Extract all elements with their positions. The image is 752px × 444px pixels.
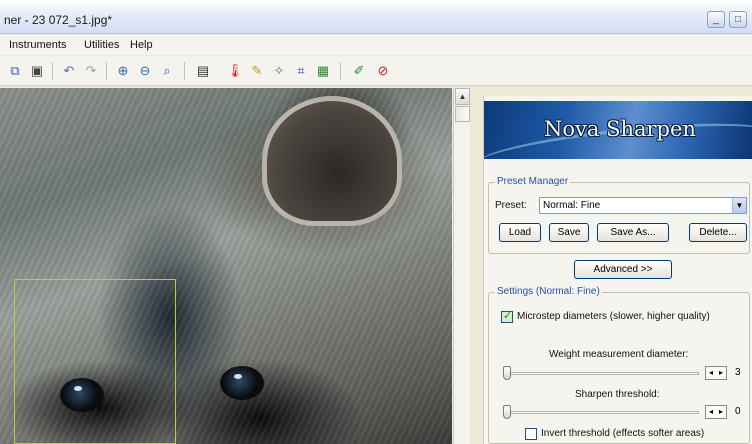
brush-icon[interactable]: ✎ (248, 62, 266, 80)
image-canvas[interactable] (0, 88, 452, 444)
microstep-checkbox[interactable] (501, 309, 513, 323)
scroll-up-button[interactable]: ▲ (455, 88, 470, 105)
chevron-down-icon[interactable]: ▼ (732, 198, 746, 213)
app-window: ner - 23 072_s1.jpg* _ □ Instruments Uti… (0, 0, 752, 444)
weight-diameter-slider-thumb[interactable] (503, 366, 511, 380)
sharpen-threshold-label: Sharpen threshold: (575, 389, 660, 400)
vertical-scrollbar[interactable]: ▲ (453, 88, 470, 444)
weight-diameter-value: 3 (735, 367, 741, 378)
preset-manager-label: Preset Manager (495, 176, 571, 187)
settings-label: Settings (Normal: Fine) (495, 286, 602, 297)
zoom-in-icon[interactable]: ⊕ (114, 62, 132, 80)
raccoon-ear (262, 96, 402, 226)
sharpen-threshold-slider-track[interactable] (503, 411, 699, 414)
delete-button[interactable]: Delete... (689, 223, 747, 242)
plugin-panel-content: Nova Sharpen Preset Manager Preset: Norm… (483, 96, 752, 444)
toolbar: ⧉ ▣ ↶ ↷ ⊕ ⊖ ⌕ ▤ 🌡 ✎ ✧ ⌗ ▦ ✐ ⊘ (0, 56, 752, 86)
step-right-icon[interactable]: ▸ (716, 406, 726, 418)
pencil-icon[interactable]: ✐ (350, 62, 368, 80)
sharpen-threshold-stepper[interactable]: ◂ ▸ (705, 405, 727, 419)
menu-instruments[interactable]: Instruments (9, 39, 66, 51)
weight-diameter-stepper[interactable]: ◂ ▸ (705, 366, 727, 380)
redo-icon[interactable]: ↷ (82, 62, 100, 80)
weight-diameter-label: Weight measurement diameter: (549, 349, 689, 360)
toolbar-separator (106, 62, 107, 80)
preview-selection-box[interactable] (14, 279, 176, 444)
stop-icon[interactable]: ⊘ (374, 62, 392, 80)
toolbar-separator (340, 62, 341, 80)
settings-group: Settings (Normal: Fine) Microstep diamet… (488, 286, 750, 444)
preset-select[interactable]: Normal: Fine ▼ (539, 197, 747, 214)
save-as-button[interactable]: Save As... (597, 223, 669, 242)
paste-icon[interactable]: ▣ (28, 62, 46, 80)
advanced-button[interactable]: Advanced >> (574, 260, 672, 279)
filmstrip-icon[interactable]: ▤ (194, 62, 212, 80)
raccoon-eye-right (220, 366, 264, 400)
zoom-fit-icon[interactable]: ⌕ (158, 62, 176, 80)
toolbar-separator (184, 62, 185, 80)
save-button[interactable]: Save (549, 223, 589, 242)
toolbar-separator (52, 62, 53, 80)
crop-icon[interactable]: ⌗ (292, 62, 310, 80)
nova-sharpen-banner: Nova Sharpen (484, 101, 752, 159)
zoom-out-icon[interactable]: ⊖ (136, 62, 154, 80)
preset-manager-group: Preset Manager Preset: Normal: Fine ▼ Lo… (488, 176, 750, 254)
minimize-button[interactable]: _ (707, 11, 725, 28)
copy-icon[interactable]: ⧉ (6, 62, 24, 80)
sharpen-threshold-slider-thumb[interactable] (503, 405, 511, 419)
invert-threshold-label: Invert threshold (effects softer areas) (541, 428, 705, 439)
thermometer-icon[interactable]: 🌡 (226, 62, 244, 80)
sharpen-threshold-value: 0 (735, 406, 741, 417)
menu-help[interactable]: Help (130, 39, 153, 51)
menu-bar: Instruments Utilities Help (0, 35, 752, 55)
window-title: ner - 23 072_s1.jpg* (4, 13, 113, 27)
maximize-button[interactable]: □ (729, 11, 747, 28)
banner-title: Nova Sharpen (544, 117, 696, 141)
plugin-panel: Nova Sharpen Preset Manager Preset: Norm… (473, 88, 752, 444)
scroll-thumb[interactable] (455, 106, 470, 122)
preset-label: Preset: (495, 200, 527, 211)
step-left-icon[interactable]: ◂ (706, 406, 716, 418)
title-bar[interactable]: ner - 23 072_s1.jpg* _ □ (0, 0, 752, 34)
preset-select-value: Normal: Fine (543, 200, 601, 211)
image-icon[interactable]: ▦ (314, 62, 332, 80)
undo-icon[interactable]: ↶ (60, 62, 78, 80)
invert-threshold-checkbox[interactable] (525, 428, 537, 440)
step-left-icon[interactable]: ◂ (706, 367, 716, 379)
microstep-label: Microstep diameters (slower, higher qual… (517, 311, 710, 322)
sparkle-brush-icon[interactable]: ✧ (270, 62, 288, 80)
step-right-icon[interactable]: ▸ (716, 367, 726, 379)
weight-diameter-slider-track[interactable] (503, 372, 699, 375)
load-button[interactable]: Load (499, 223, 541, 242)
menu-utilities[interactable]: Utilities (84, 39, 119, 51)
